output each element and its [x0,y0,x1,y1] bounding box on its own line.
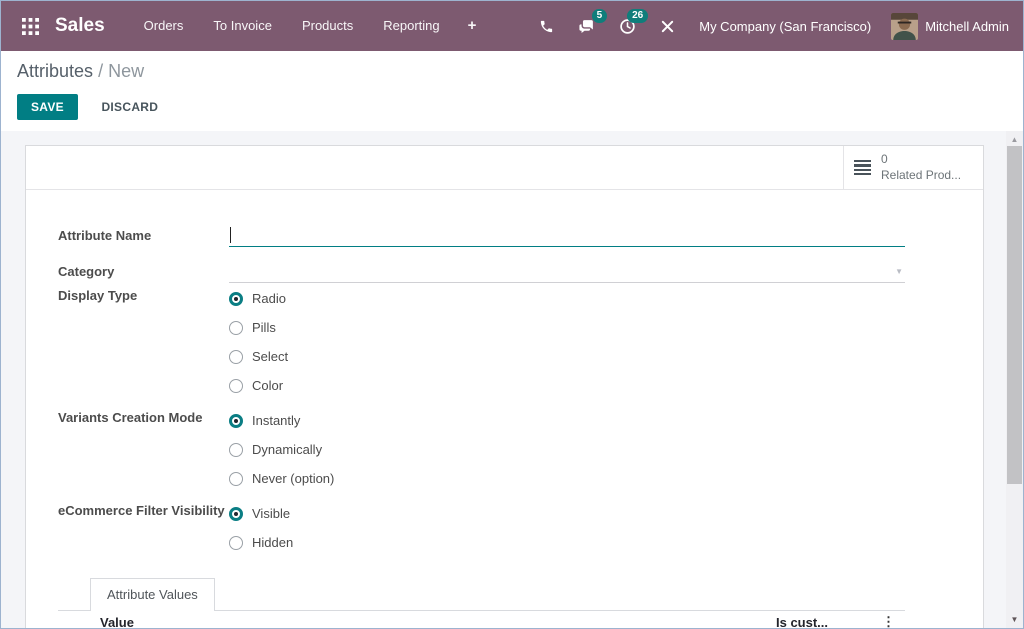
radio-option-never[interactable]: Never (option) [229,464,334,493]
radio-option-pills[interactable]: Pills [229,313,288,342]
menu-reporting[interactable]: Reporting [368,1,454,51]
control-panel: Attributes / New SAVE DISCARD [1,51,1023,131]
tools-button[interactable] [648,1,687,51]
top-navbar: Sales Orders To Invoice Products Reporti… [1,1,1023,51]
scroll-down-icon[interactable]: ▼ [1006,615,1023,624]
attribute-name-row: Attribute Name [58,224,905,248]
breadcrumb: Attributes / New [17,61,1007,82]
attribute-name-label: Attribute Name [58,224,229,248]
vertical-scrollbar[interactable]: ▲ ▼ [1006,131,1023,628]
tab-row: Attribute Values [58,578,905,611]
control-panel-buttons: SAVE DISCARD [17,94,1007,120]
radio-option-select[interactable]: Select [229,342,288,371]
form-fields: Attribute Name Category ▼ Display Type [26,190,983,628]
user-menu[interactable]: Mitchell Admin [891,13,1009,40]
menu-products[interactable]: Products [287,1,368,51]
radio-option-color[interactable]: Color [229,371,288,400]
stat-value: 0 [881,152,961,168]
list-bars-icon [854,160,871,176]
attribute-values-list-header: Value Is cust... ⋮ [90,611,897,628]
column-header-value[interactable]: Value [100,615,776,629]
activities-button[interactable]: 26 [607,1,648,51]
content-area: 0 Related Prod... Attribute Name Categor… [1,131,1023,628]
radio-unselected-icon [229,472,243,486]
app-name[interactable]: Sales [55,15,105,37]
optional-columns-icon[interactable]: ⋮ [879,614,895,628]
scrollbar-thumb[interactable] [1007,146,1022,484]
menu-plus-button[interactable]: + [455,1,490,51]
variants-creation-mode-options: Instantly Dynamically Never (option) [229,406,334,493]
menu-to-invoice[interactable]: To Invoice [198,1,287,51]
radio-unselected-icon [229,443,243,457]
notebook: Attribute Values Value Is cust... ⋮ [58,578,905,628]
company-switcher[interactable]: My Company (San Francisco) [699,19,871,34]
display-type-label: Display Type [58,284,229,400]
tab-attribute-values[interactable]: Attribute Values [90,578,215,611]
form-sheet: 0 Related Prod... Attribute Name Categor… [25,145,984,628]
variants-creation-mode-label: Variants Creation Mode [58,406,229,493]
attribute-name-input[interactable] [229,224,905,247]
grid-icon [22,18,39,35]
apps-menu-icon[interactable] [15,18,45,35]
display-type-row: Display Type Radio Pills Select [58,284,905,400]
radio-option-hidden[interactable]: Hidden [229,528,293,557]
radio-option-dynamically[interactable]: Dynamically [229,435,334,464]
radio-selected-icon [229,414,243,428]
display-type-options: Radio Pills Select Color [229,284,288,400]
radio-option-instantly[interactable]: Instantly [229,406,334,435]
breadcrumb-current: New [108,61,144,81]
crossed-tools-icon [660,19,675,34]
radio-option-visible[interactable]: Visible [229,499,293,528]
radio-selected-icon [229,292,243,306]
ecommerce-filter-visibility-row: eCommerce Filter Visibility Visible Hidd… [58,499,905,557]
breadcrumb-separator: / [98,61,103,81]
category-label: Category [58,260,229,284]
column-header-is-custom[interactable]: Is cust... [776,615,879,629]
phone-icon [539,19,554,34]
related-products-stat-button[interactable]: 0 Related Prod... [843,146,983,189]
scroll-up-icon[interactable]: ▲ [1006,135,1023,144]
messages-button[interactable]: 5 [566,1,607,51]
discard-button[interactable]: DISCARD [90,95,169,119]
chevron-down-icon: ▼ [895,267,903,276]
ecommerce-filter-visibility-options: Visible Hidden [229,499,293,557]
activities-count-badge: 26 [627,9,648,23]
radio-unselected-icon [229,379,243,393]
category-select[interactable]: ▼ [229,260,905,283]
button-box: 0 Related Prod... [26,146,983,190]
ecommerce-filter-visibility-label: eCommerce Filter Visibility [58,499,229,557]
breadcrumb-attributes-link[interactable]: Attributes [17,61,93,81]
menu-orders[interactable]: Orders [129,1,199,51]
text-cursor [230,227,231,243]
save-button[interactable]: SAVE [17,94,78,120]
radio-unselected-icon [229,536,243,550]
variants-creation-mode-row: Variants Creation Mode Instantly Dynamic… [58,406,905,493]
radio-unselected-icon [229,321,243,335]
stat-label: Related Prod... [881,168,961,184]
voip-phone-button[interactable] [527,1,566,51]
messages-count-badge: 5 [592,9,608,23]
category-row: Category ▼ [58,260,905,284]
user-name: Mitchell Admin [925,19,1009,34]
user-avatar [891,13,918,40]
radio-option-radio[interactable]: Radio [229,284,288,313]
radio-selected-icon [229,507,243,521]
systray: 5 26 My Company (San Francisco) [527,1,1009,51]
radio-unselected-icon [229,350,243,364]
